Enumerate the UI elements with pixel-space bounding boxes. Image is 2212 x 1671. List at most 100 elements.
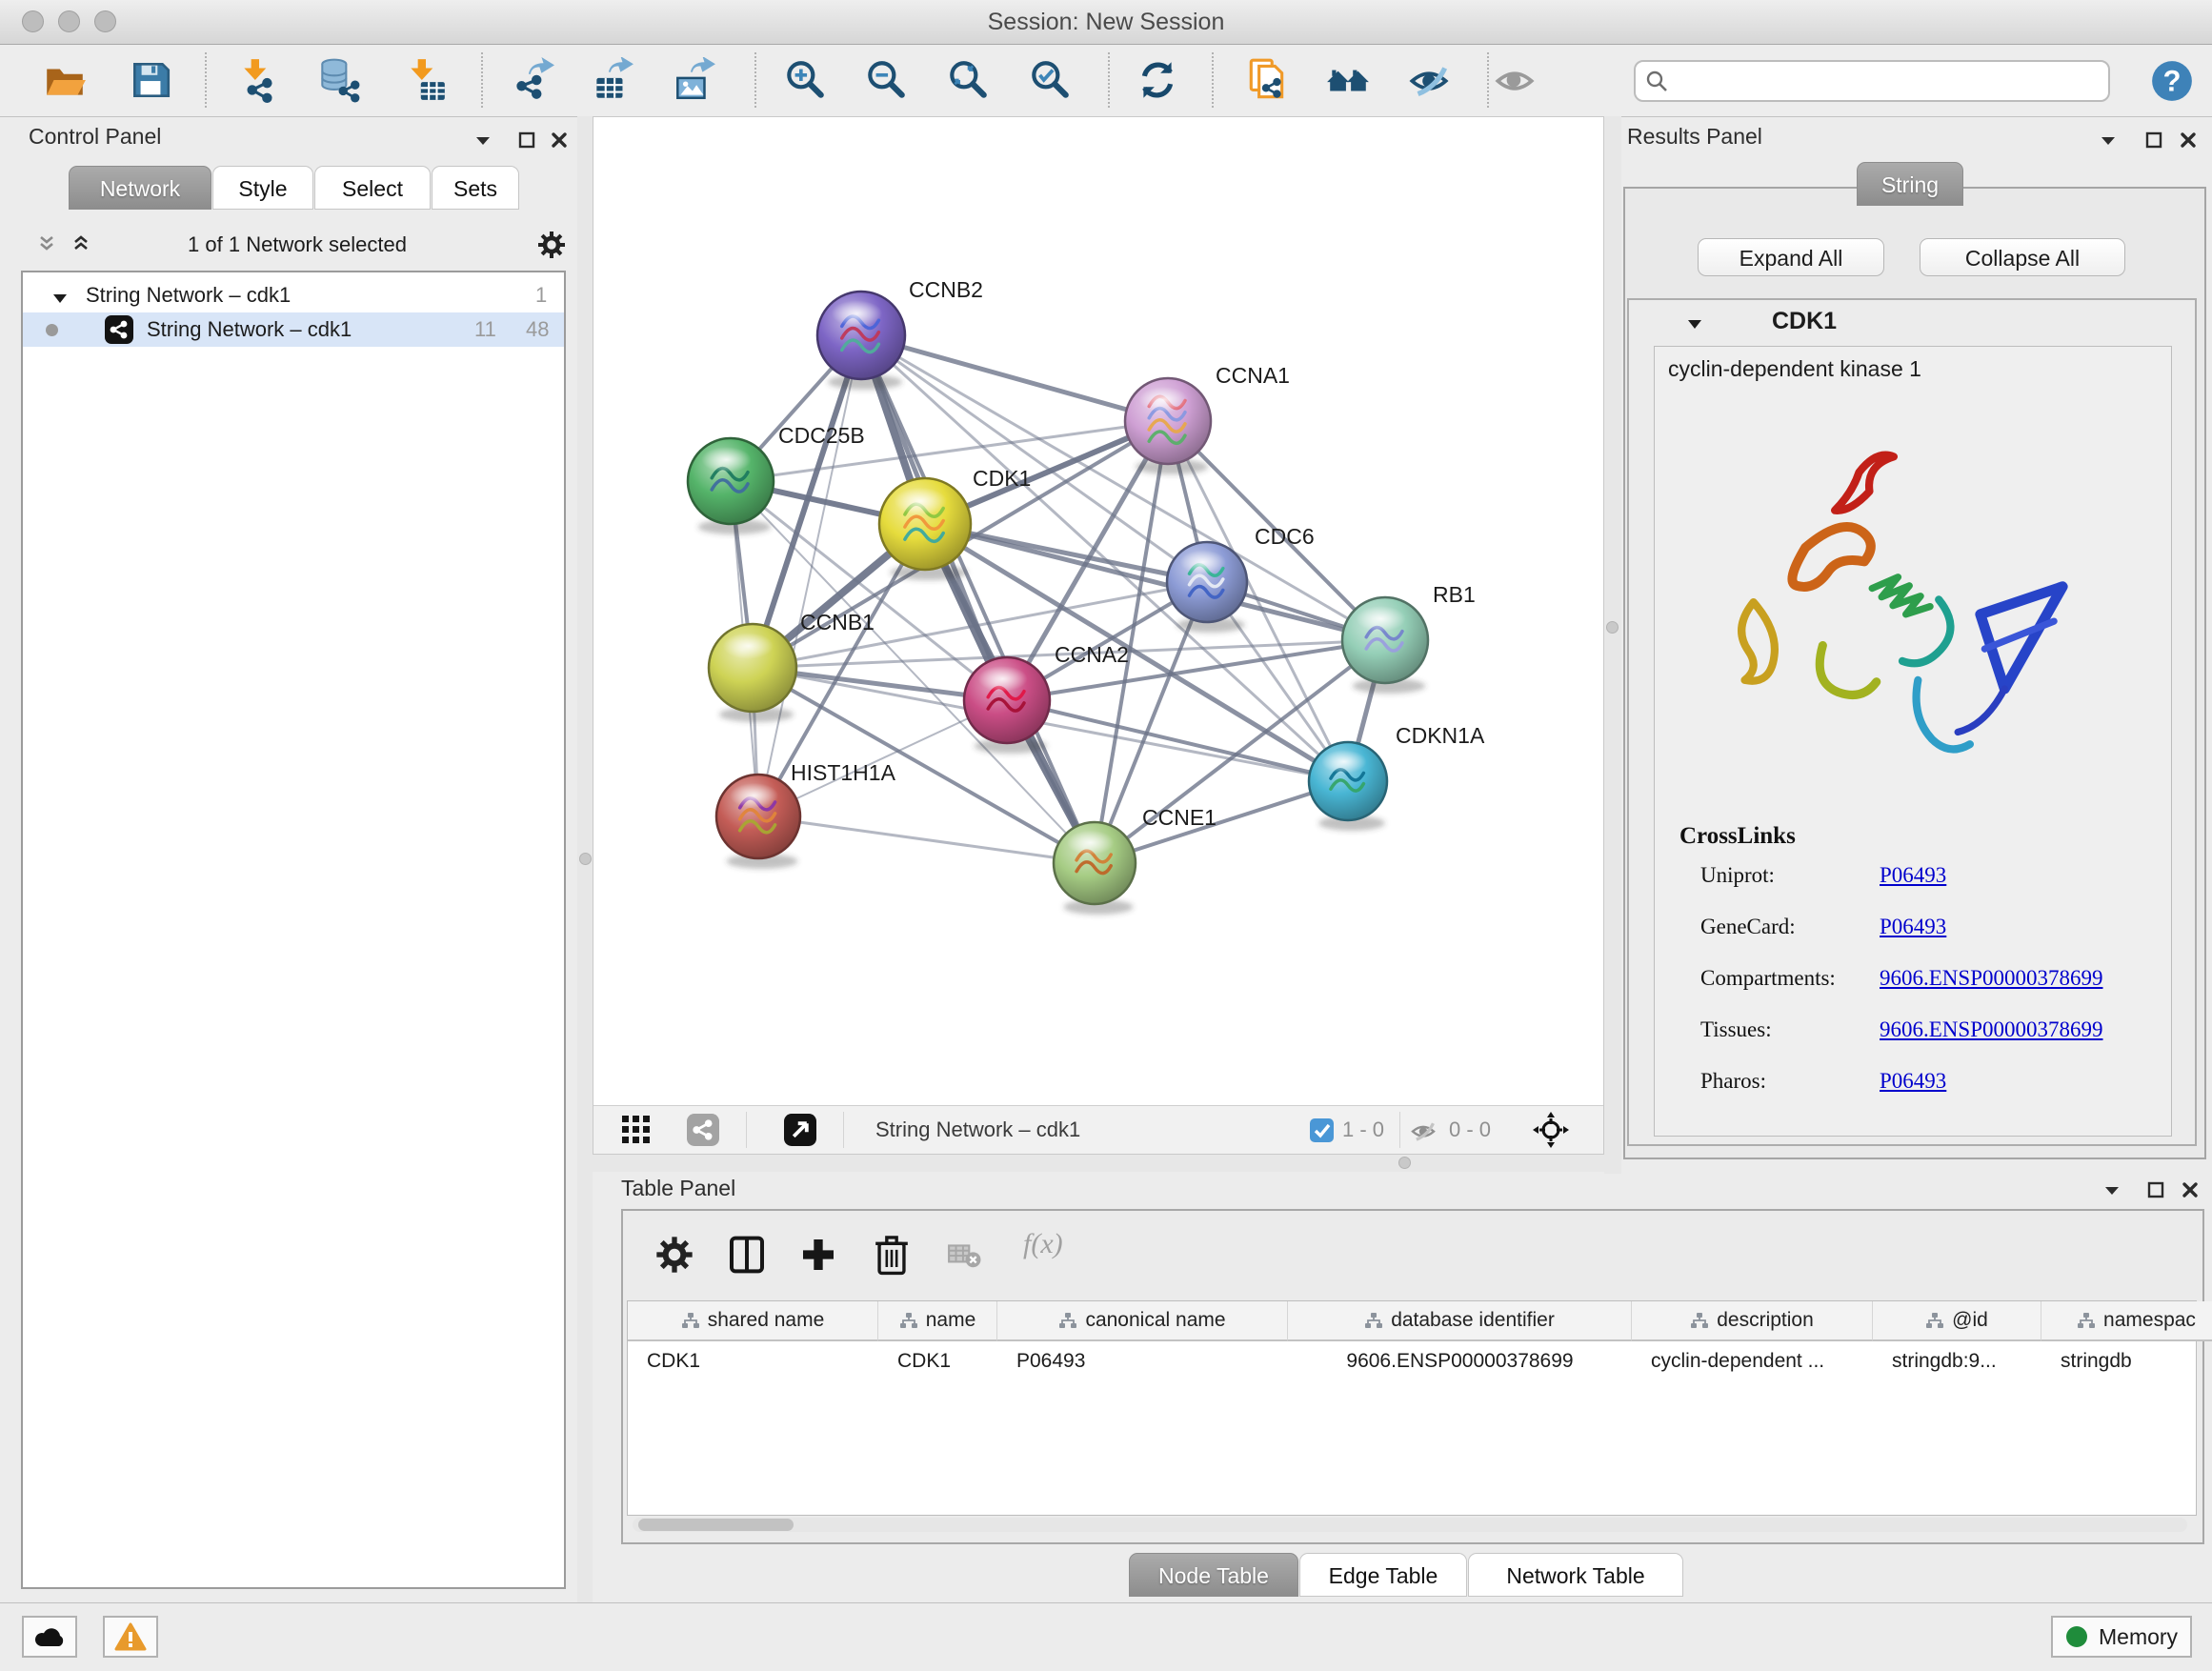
close-window-button[interactable] <box>22 10 44 32</box>
fit-selected-crosshair-icon[interactable] <box>1533 1112 1569 1148</box>
export-image-icon[interactable] <box>671 57 716 103</box>
cloud-button[interactable] <box>22 1616 77 1658</box>
panel-close-icon[interactable] <box>549 130 570 151</box>
expand-all-tree-icon[interactable] <box>70 232 91 253</box>
apply-layout-icon[interactable] <box>1135 57 1180 103</box>
export-table-icon[interactable] <box>589 57 634 103</box>
table-cell[interactable]: CDK1 <box>878 1341 997 1381</box>
tab-network[interactable]: Network <box>69 166 211 210</box>
column-header-namespac[interactable]: namespac <box>2041 1301 2212 1341</box>
tab-style[interactable]: Style <box>212 166 313 210</box>
column-header-shared-name[interactable]: shared name <box>628 1301 878 1341</box>
zoom-selected-icon[interactable] <box>1027 57 1073 103</box>
node-CDKN1A[interactable]: CDKN1A <box>1309 723 1485 831</box>
collapse-all-tree-icon[interactable] <box>36 232 57 253</box>
network-collection-row[interactable]: String Network – cdk1 1 <box>23 278 564 312</box>
crosslink-link[interactable]: P06493 <box>1880 1069 1946 1093</box>
import-table-icon[interactable] <box>403 57 449 103</box>
network-canvas[interactable]: CCNB2CCNA1CDC25BCDK1CDC6RB1CCNB1CCNA2CDK… <box>593 117 1605 1108</box>
network-edge[interactable] <box>758 816 1095 863</box>
column-header-canonical-name[interactable]: canonical name <box>997 1301 1288 1341</box>
splitter-handle[interactable] <box>1606 621 1619 634</box>
delete-column-trash-icon[interactable] <box>873 1234 911 1276</box>
crosslink-link[interactable]: P06493 <box>1880 863 1946 887</box>
table-row[interactable]: CDK1CDK1P064939606.ENSP00000378699cyclin… <box>628 1341 2212 1381</box>
splitter-handle[interactable] <box>579 853 592 865</box>
network-options-gear-icon[interactable] <box>537 231 566 259</box>
column-header-description[interactable]: description <box>1632 1301 1873 1341</box>
column-header-@id[interactable]: @id <box>1873 1301 2041 1341</box>
network-row-selected[interactable]: String Network – cdk1 11 48 <box>23 312 564 347</box>
node-CCNA1[interactable]: CCNA1 <box>1125 363 1290 474</box>
panel-close-icon[interactable] <box>2178 130 2199 151</box>
tab-edge-table[interactable]: Edge Table <box>1299 1553 1467 1597</box>
panel-close-icon[interactable] <box>2180 1179 2201 1200</box>
delete-table-icon[interactable] <box>947 1234 981 1276</box>
search-input[interactable] <box>1678 65 2101 99</box>
panel-menu-icon[interactable] <box>2101 1179 2122 1200</box>
column-header-database-identifier[interactable]: database identifier <box>1288 1301 1632 1341</box>
node-CCNB1[interactable]: CCNB1 <box>709 610 875 722</box>
node-CDK1[interactable]: CDK1 <box>879 466 1031 580</box>
export-network-icon[interactable] <box>509 57 554 103</box>
tab-node-table[interactable]: Node Table <box>1129 1553 1298 1597</box>
clone-network-icon[interactable] <box>1244 57 1290 103</box>
tab-string[interactable]: String <box>1857 162 1963 206</box>
network-edge[interactable] <box>861 335 1095 863</box>
panel-menu-icon[interactable] <box>2098 130 2119 151</box>
minimize-window-button[interactable] <box>58 10 80 32</box>
crosslink-link[interactable]: 9606.ENSP00000378699 <box>1880 966 2103 990</box>
zoom-window-button[interactable] <box>94 10 116 32</box>
zoom-fit-icon[interactable] <box>945 57 991 103</box>
panel-float-icon[interactable] <box>2145 1179 2166 1200</box>
table-cell[interactable]: CDK1 <box>628 1341 878 1381</box>
table-horizontal-scrollbar[interactable] <box>633 1518 2187 1532</box>
tab-sets[interactable]: Sets <box>432 166 519 210</box>
help-icon[interactable]: ? <box>2149 58 2195 104</box>
show-columns-icon[interactable] <box>728 1234 766 1276</box>
table-cell[interactable]: stringdb <box>2041 1341 2212 1381</box>
expand-all-button[interactable]: Expand All <box>1698 238 1884 276</box>
memory-button[interactable]: Memory <box>2051 1616 2192 1658</box>
zoom-out-icon[interactable] <box>863 57 909 103</box>
table-cell[interactable]: P06493 <box>997 1341 1288 1381</box>
show-all-eye-icon[interactable] <box>1492 57 1538 103</box>
splitter-handle[interactable] <box>1398 1157 1411 1169</box>
panel-float-icon[interactable] <box>516 130 537 151</box>
import-network-icon[interactable] <box>236 57 282 103</box>
panel-float-icon[interactable] <box>2143 130 2164 151</box>
horizontal-splitter[interactable] <box>593 1155 1604 1172</box>
selected-checkbox-icon[interactable] <box>1310 1118 1334 1142</box>
table-cell[interactable]: cyclin-dependent ... <box>1632 1341 1873 1381</box>
tab-select[interactable]: Select <box>314 166 431 210</box>
scrollbar-thumb[interactable] <box>638 1519 794 1531</box>
function-builder-icon[interactable]: f(x) <box>1023 1228 1063 1260</box>
column-header-name[interactable]: name <box>878 1301 997 1341</box>
network-share-badge-icon[interactable] <box>687 1114 719 1146</box>
vertical-splitter-right[interactable] <box>1604 116 1621 1174</box>
table-cell[interactable]: stringdb:9... <box>1873 1341 2041 1381</box>
network-edge[interactable] <box>758 335 861 816</box>
node-RB1[interactable]: RB1 <box>1342 582 1476 694</box>
import-network-from-database-icon[interactable] <box>315 57 361 103</box>
zoom-in-icon[interactable] <box>782 57 828 103</box>
network-edge[interactable] <box>1007 700 1348 781</box>
crosslink-link[interactable]: 9606.ENSP00000378699 <box>1880 1017 2103 1041</box>
panel-menu-icon[interactable] <box>473 130 493 151</box>
warnings-button[interactable] <box>103 1616 158 1658</box>
table-cell[interactable]: 9606.ENSP00000378699 <box>1288 1341 1632 1381</box>
tab-network-table[interactable]: Network Table <box>1468 1553 1683 1597</box>
save-session-icon[interactable] <box>128 57 173 103</box>
birds-eye-grid-icon[interactable] <box>622 1116 651 1144</box>
search-field[interactable] <box>1634 60 2110 102</box>
hide-selected-eye-slash-icon[interactable] <box>1406 57 1452 103</box>
crosslink-link[interactable]: P06493 <box>1880 915 1946 938</box>
open-session-icon[interactable] <box>42 57 88 103</box>
table-options-gear-icon[interactable] <box>655 1234 694 1276</box>
tree-expand-icon[interactable] <box>50 285 70 306</box>
node-HIST1H1A[interactable]: HIST1H1A <box>716 760 896 869</box>
open-in-new-window-icon[interactable] <box>784 1114 816 1146</box>
section-collapse-icon[interactable] <box>1684 313 1705 334</box>
hidden-eye-slash-icon[interactable] <box>1409 1117 1438 1145</box>
home-icon[interactable] <box>1325 57 1371 103</box>
